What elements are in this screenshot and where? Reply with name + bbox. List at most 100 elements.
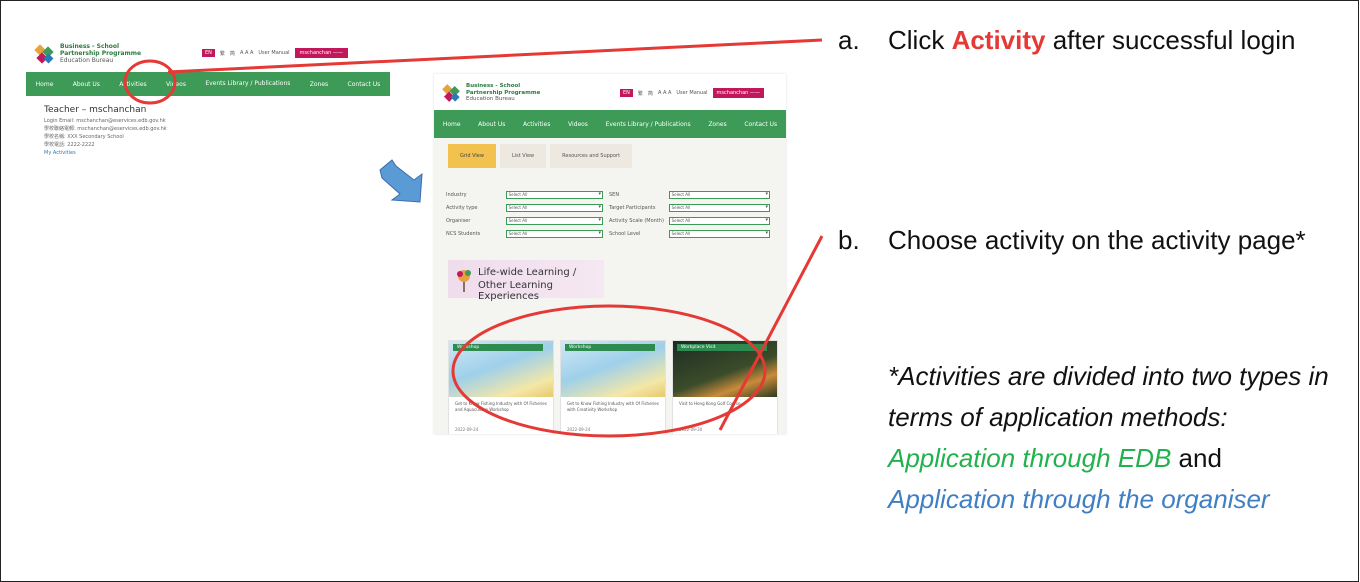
activity-card-list: Workshop Get to Know Fishing Industry wi… <box>448 340 778 434</box>
application-methods-note: *Activities are divided into two types i… <box>888 356 1358 520</box>
nav-videos[interactable]: Videos <box>166 81 186 88</box>
view-tabs: Grid View List View Resources and Suppor… <box>448 144 633 168</box>
filter-row: Industry Select All SEN Select All <box>446 188 776 201</box>
main-nav: Home About Us Activities Videos Events L… <box>434 110 786 138</box>
banner-line-1: Life-wide Learning / <box>478 267 577 278</box>
activity-card[interactable]: Workshop Get to Know Fishing Industry wi… <box>560 340 666 434</box>
nav-home[interactable]: Home <box>443 121 461 128</box>
methods-line: Application through EDB and <box>888 438 1358 479</box>
font-size-controls[interactable]: A A A <box>658 90 671 96</box>
nav-about-us[interactable]: About Us <box>73 81 100 88</box>
filter-label: Activity Scale (Month) <box>609 217 664 224</box>
logo-line-3: Education Bureau <box>60 57 114 64</box>
activity-card[interactable]: Workplace Visit Visit to Hong Kong Golf … <box>672 340 778 434</box>
activity-page-screenshot: Business - School Partnership Programme … <box>434 74 786 434</box>
tab-grid-view[interactable]: Grid View <box>448 144 496 168</box>
blue-arrow-icon <box>379 159 423 203</box>
sen-select[interactable]: Select All <box>668 190 770 199</box>
nav-videos[interactable]: Videos <box>568 121 588 128</box>
lang-en-button[interactable]: EN <box>620 89 633 97</box>
activity-title: Visit to Hong Kong Golf Course <box>679 401 741 406</box>
ncs-students-select[interactable]: Select All <box>505 229 603 238</box>
activity-card[interactable]: Workshop Get to Know Fishing Industry wi… <box>448 340 554 434</box>
step-a-post: after successful login <box>1045 25 1296 55</box>
bspp-logo-icon <box>34 44 54 64</box>
filter-label: NCS Students <box>446 230 481 237</box>
activity-keyword: Activity <box>951 25 1046 55</box>
filter-panel: Industry Select All SEN Select All Activ… <box>446 188 776 240</box>
nav-events-library[interactable]: Events Library / Publications <box>205 80 290 88</box>
method-edb: Application through EDB <box>888 443 1172 473</box>
school-level-select[interactable]: Select All <box>668 229 770 238</box>
tree-icon <box>457 270 471 292</box>
profile-panel: Teacher – mschanchan Login Email: mschan… <box>44 106 167 157</box>
logo-line-2: Partnership Programme <box>60 50 142 57</box>
filter-label: Industry <box>446 191 467 198</box>
step-b-marker: b. <box>838 225 860 255</box>
activity-site-header: Business - School Partnership Programme … <box>434 74 786 110</box>
activity-type-badge: Workshop <box>565 344 655 351</box>
filter-row: Activity type Select All Target Particip… <box>446 201 776 214</box>
user-manual-link[interactable]: User Manual <box>676 90 707 96</box>
lang-en-button[interactable]: EN <box>202 49 215 57</box>
step-a-marker: a. <box>838 25 860 55</box>
nav-about-us[interactable]: About Us <box>478 121 505 128</box>
tab-resources[interactable]: Resources and Support <box>550 144 633 168</box>
user-menu-button[interactable]: mschanchan —— <box>294 48 348 58</box>
lang-tc-button[interactable]: 繁 <box>638 90 643 97</box>
nav-zones[interactable]: Zones <box>310 81 328 88</box>
note-text: *Activities are divided into two types i… <box>888 361 1329 432</box>
lang-sc-button[interactable]: 简 <box>648 90 653 97</box>
nav-zones[interactable]: Zones <box>708 121 726 128</box>
profile-school: 學校名稱: XXX Secondary School <box>44 134 124 140</box>
nav-events-library[interactable]: Events Library / Publications <box>606 120 691 129</box>
target-participants-select[interactable]: Select All <box>668 203 770 212</box>
header-tools: EN 繁 简 A A A User Manual mschanchan —— <box>620 88 764 98</box>
organiser-select[interactable]: Select All <box>505 216 603 225</box>
header-tools: EN 繁 简 A A A User Manual mschanchan —— <box>202 48 348 58</box>
user-manual-link[interactable]: User Manual <box>258 50 289 56</box>
bspp-logo-icon <box>442 84 460 102</box>
nav-contact-us[interactable]: Contact Us <box>744 121 777 128</box>
nav-home[interactable]: Home <box>36 81 54 88</box>
activity-type-badge: Workshop <box>453 344 543 351</box>
step-a: a. Click Activity after successful login <box>838 20 1348 61</box>
filter-row: Organiser Select All Activity Scale (Mon… <box>446 214 776 227</box>
method-organiser: Application through the organiser <box>888 484 1270 514</box>
filter-label: Activity type <box>446 204 478 211</box>
profile-alt-email: 學校聯絡電郵: mschanchan@eservices.edb.gov.hk <box>44 126 167 132</box>
main-nav: Home About Us Activities Videos Events L… <box>26 72 390 96</box>
lang-tc-button[interactable]: 繁 <box>220 50 225 57</box>
nav-contact-us[interactable]: Contact Us <box>348 81 381 88</box>
tab-list-view[interactable]: List View <box>499 144 547 168</box>
nav-activities[interactable]: Activities <box>119 81 146 88</box>
activity-scale-select[interactable]: Select All <box>668 216 770 225</box>
filter-label: School Level <box>609 230 641 237</box>
profile-phone: 學校電話: 2222-2222 <box>44 142 95 148</box>
user-menu-button[interactable]: mschanchan —— <box>712 88 764 98</box>
logo-line-1: Business - School <box>60 43 120 50</box>
lang-sc-button[interactable]: 简 <box>230 50 235 57</box>
filter-row: NCS Students Select All School Level Sel… <box>446 227 776 240</box>
step-b-text: Choose activity on the activity page* <box>888 225 1306 255</box>
nav-activities[interactable]: Activities <box>523 121 550 128</box>
profile-email: Login Email: mschanchan@eservices.edb.go… <box>44 118 166 124</box>
site-logo-text: Business - School Partnership Programme … <box>466 83 540 103</box>
site-logo-text: Business - School Partnership Programme … <box>60 43 141 64</box>
step-b: b. Choose activity on the activity page* <box>838 220 1348 261</box>
logo-line-3: Education Bureau <box>466 96 515 102</box>
filter-label: Target Participants <box>609 204 656 211</box>
profile-title: Teacher – mschanchan <box>44 105 147 115</box>
my-activities-link[interactable]: My Activities <box>44 149 167 157</box>
industry-select[interactable]: Select All <box>505 190 603 199</box>
activity-title: Get to Know Fishing Industry with Of Fis… <box>455 401 547 412</box>
activity-type-select[interactable]: Select All <box>505 203 603 212</box>
life-wide-learning-banner[interactable]: Life-wide Learning / Other Learning Expe… <box>448 260 604 302</box>
activity-date: 2022-09-24 <box>567 427 591 432</box>
site-header: Business - School Partnership Programme … <box>26 36 390 72</box>
activity-type-badge: Workplace Visit <box>677 344 767 351</box>
banner-line-2: Other Learning Experiences <box>478 280 553 302</box>
activity-date: 2022-09-30 <box>679 427 703 432</box>
font-size-controls[interactable]: A A A <box>240 50 253 56</box>
methods-joiner: and <box>1171 443 1222 473</box>
